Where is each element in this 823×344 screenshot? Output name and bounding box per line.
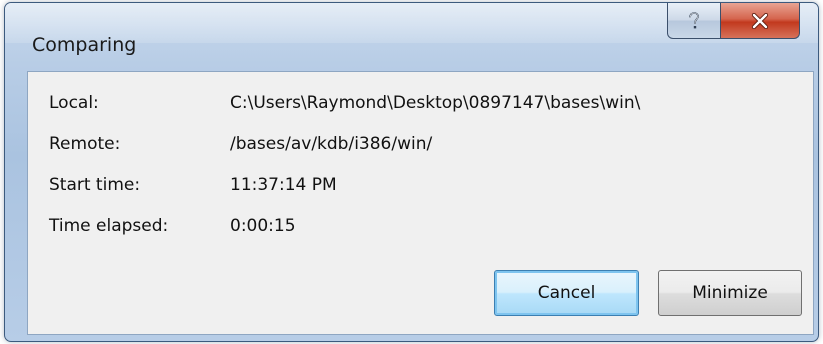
comparing-dialog: Comparing Local: C:\Users\Raymond\Deskto… <box>4 2 819 342</box>
local-label: Local: <box>49 93 99 113</box>
help-icon <box>689 11 699 28</box>
start-time-value: 11:37:14 PM <box>230 175 337 195</box>
remote-label: Remote: <box>49 134 121 154</box>
window-title: Comparing <box>32 34 137 56</box>
help-button[interactable] <box>667 3 721 39</box>
cancel-button[interactable]: Cancel <box>494 270 639 316</box>
remote-path-value: /bases/av/kdb/i386/win/ <box>230 134 433 154</box>
time-elapsed-value: 0:00:15 <box>230 216 296 236</box>
close-button[interactable] <box>720 3 800 39</box>
time-elapsed-label: Time elapsed: <box>49 216 169 236</box>
local-path-value: C:\Users\Raymond\Desktop\0897147\bases\w… <box>230 93 641 113</box>
close-icon <box>751 12 769 29</box>
dialog-content: Local: C:\Users\Raymond\Desktop\0897147\… <box>27 71 814 335</box>
minimize-button[interactable]: Minimize <box>658 270 802 316</box>
start-time-label: Start time: <box>49 175 141 195</box>
